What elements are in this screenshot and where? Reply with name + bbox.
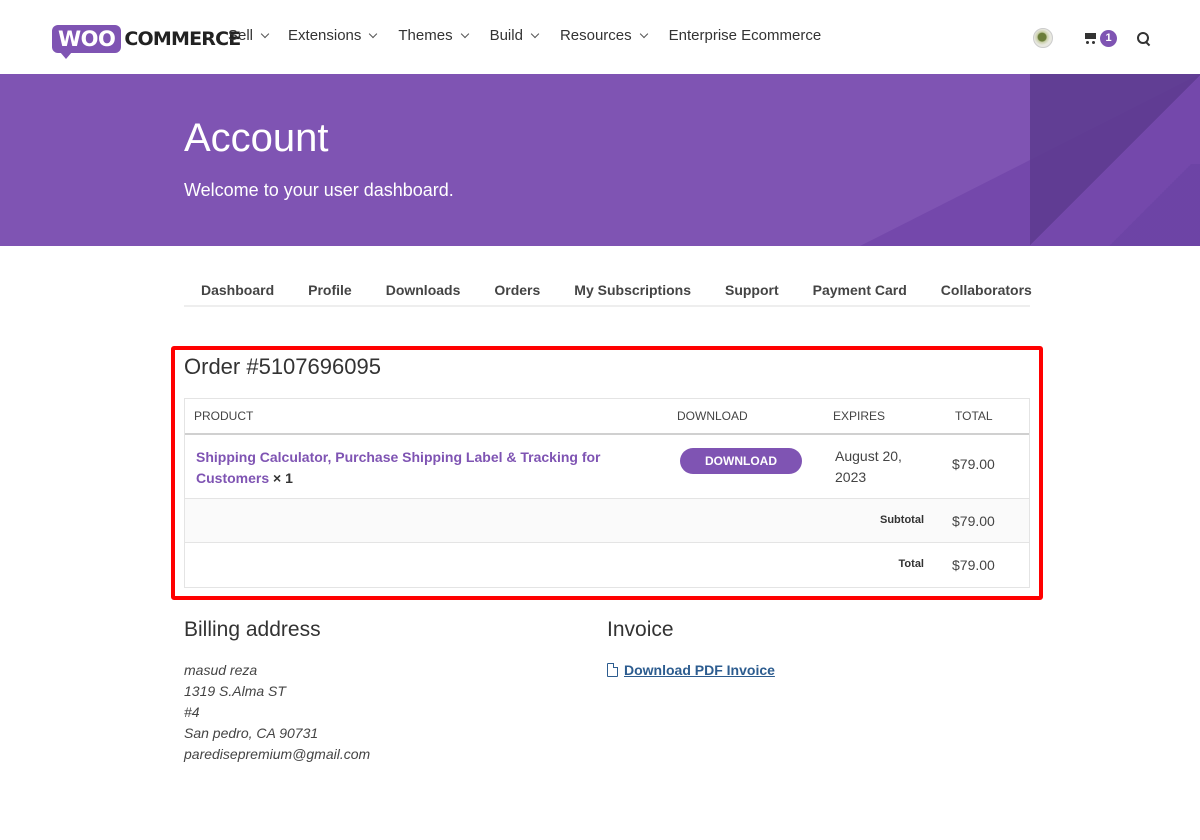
chevron-down-icon <box>639 29 648 38</box>
invoice-title: Invoice <box>607 618 674 641</box>
nav-item-label: Themes <box>398 27 453 44</box>
column-header-download: DOWNLOAD <box>677 409 748 423</box>
billing-address: masud reza 1319 S.Alma ST #4 San pedro, … <box>184 660 370 765</box>
hero-decor-shape <box>1100 164 1200 246</box>
nav-item-resources[interactable]: Resources <box>559 27 648 44</box>
logo-woo-mark: WOO <box>52 25 122 59</box>
nav-item-label: Enterprise Ecommerce <box>668 27 822 44</box>
nav-item-label: Extensions <box>288 27 362 44</box>
download-button[interactable]: DOWNLOAD <box>680 448 802 474</box>
order-title: Order #5107696095 <box>184 354 381 379</box>
tab-payment-card[interactable]: Payment Card <box>796 278 924 305</box>
search-icon[interactable] <box>1137 31 1150 45</box>
tab-my-subscriptions[interactable]: My Subscriptions <box>557 278 708 305</box>
subtotal-value: $79.00 <box>952 513 995 529</box>
nav-item-enterprise-ecommerce[interactable]: Enterprise Ecommerce <box>669 27 822 44</box>
hero-banner: Account Welcome to your user dashboard. <box>0 74 1200 246</box>
column-header-total: TOTAL <box>955 409 993 423</box>
billing-street: 1319 S.Alma ST <box>184 683 286 699</box>
nav-item-themes[interactable]: Themes <box>398 27 469 44</box>
tab-profile[interactable]: Profile <box>291 278 369 305</box>
billing-email: paredisepremium@gmail.com <box>184 746 371 762</box>
expires-date: August 20, 2023 <box>835 448 902 485</box>
chevron-down-icon <box>460 29 469 38</box>
billing-city: San pedro, CA 90731 <box>184 725 319 741</box>
product-cell: Shipping Calculator, Purchase Shipping L… <box>196 447 616 489</box>
logo-wordmark: COMMERCE <box>124 28 241 50</box>
invoice-link-label: Download PDF Invoice <box>624 662 775 678</box>
column-header-product: PRODUCT <box>194 409 254 423</box>
cart-button[interactable]: 1 <box>1083 29 1117 47</box>
table-header: PRODUCT DOWNLOAD EXPIRES TOTAL <box>185 399 1029 435</box>
total-row: Total $79.00 <box>185 543 1029 587</box>
cart-count-badge: 1 <box>1100 29 1117 47</box>
woocommerce-logo[interactable]: WOO COMMERCE <box>52 24 241 59</box>
tab-dashboard[interactable]: Dashboard <box>184 278 291 305</box>
main-nav: Sell Extensions Themes Build Resources E… <box>228 27 821 44</box>
page-subtitle: Welcome to your user dashboard. <box>184 180 454 200</box>
page-title: Account <box>184 116 329 160</box>
tab-collaborators[interactable]: Collaborators <box>924 278 1049 305</box>
total-value: $79.00 <box>952 557 995 573</box>
nav-item-extensions[interactable]: Extensions <box>288 27 378 44</box>
nav-item-sell[interactable]: Sell <box>228 27 270 44</box>
header-actions: 1 <box>1033 28 1150 48</box>
subtotal-label: Subtotal <box>880 514 924 526</box>
chevron-down-icon <box>260 29 270 38</box>
nav-item-label: Build <box>489 27 523 44</box>
nav-item-label: Resources <box>559 27 632 44</box>
download-pdf-invoice-link[interactable]: Download PDF Invoice <box>607 662 775 678</box>
table-row: Shipping Calculator, Purchase Shipping L… <box>185 435 1029 499</box>
avatar[interactable] <box>1033 28 1053 48</box>
chevron-down-icon <box>369 29 378 38</box>
account-tabs: Dashboard Profile Downloads Orders My Su… <box>184 278 1032 307</box>
column-header-expires: EXPIRES <box>833 409 886 423</box>
nav-item-build[interactable]: Build <box>489 27 540 44</box>
subtotal-row: Subtotal $79.00 <box>185 499 1029 543</box>
tab-downloads[interactable]: Downloads <box>369 278 478 305</box>
tab-orders[interactable]: Orders <box>477 278 557 305</box>
product-quantity: × 1 <box>273 470 293 486</box>
top-header: WOO COMMERCE Sell Extensions Themes Buil… <box>0 0 1200 74</box>
billing-address-title: Billing address <box>184 618 321 641</box>
cart-icon <box>1083 32 1097 44</box>
total-label: Total <box>898 558 924 570</box>
billing-name: masud reza <box>184 662 258 678</box>
tab-support[interactable]: Support <box>708 278 796 305</box>
nav-item-label: Sell <box>228 27 254 44</box>
chevron-down-icon <box>530 29 540 38</box>
product-link[interactable]: Shipping Calculator, Purchase Shipping L… <box>196 449 601 486</box>
line-total: $79.00 <box>952 456 995 472</box>
billing-unit: #4 <box>184 704 200 720</box>
order-table: PRODUCT DOWNLOAD EXPIRES TOTAL Shipping … <box>184 398 1030 588</box>
pdf-file-icon <box>607 663 618 677</box>
